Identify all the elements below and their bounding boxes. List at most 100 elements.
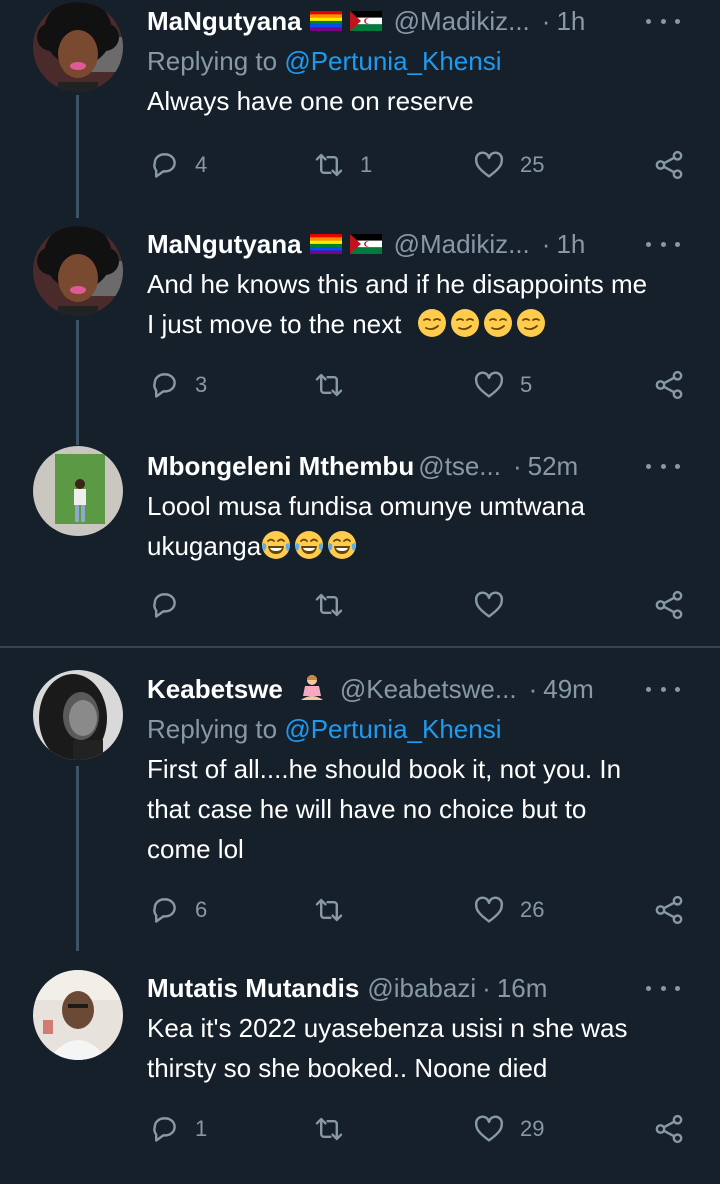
tweet-header: Keabetswe @Keabetswe... · 49m [147,669,690,709]
retweet-icon [312,368,346,402]
user-handle[interactable]: @Madikiz... [394,229,530,260]
tweet-text: First of all....he should book it, not y… [147,749,690,869]
user-handle[interactable]: @ibabazi [367,973,476,1004]
retweet-button[interactable]: 1 [312,145,372,185]
timestamp[interactable]: 16m [497,973,548,1004]
tweet-text-line-content: ukuganga [147,531,262,561]
reply-button[interactable] [147,585,195,625]
tweet-text-line-content: I just move to the next [147,309,402,339]
share-button[interactable] [652,145,686,185]
user-handle[interactable]: @Madikiz... [394,6,530,37]
rainbow-flag-icon [309,234,342,254]
retweet-button[interactable] [312,365,360,405]
like-button[interactable] [472,585,520,625]
share-button[interactable] [652,1109,686,1149]
display-name[interactable]: Keabetswe [147,674,283,705]
avatar[interactable] [33,226,123,316]
thread-line [76,766,79,951]
share-icon [652,588,686,622]
smirking-face-emoji [483,308,513,338]
smirking-face-emoji [450,308,480,338]
display-name[interactable]: Mbongeleni Mthembu [147,451,414,482]
heart-icon [472,148,506,182]
tears-of-joy-emoji [261,530,291,560]
replying-to-handle[interactable]: @Pertunia_Khensi [284,714,501,744]
avatar[interactable] [33,970,123,1060]
tweet-header: Mbongeleni Mthembu @tse... · 52m [147,446,690,486]
reply-count: 6 [195,897,208,922]
tweet-text: Loool musa fundisa omunye umtwana ukugan… [147,486,690,566]
tweet-text-line: Kea it's 2022 uyasebenza usisi n she was [147,1013,628,1043]
like-count: 29 [520,1116,545,1141]
sahrawi-flag-icon [349,234,382,254]
like-button[interactable]: 5 [472,365,532,405]
reply-bubble-icon [147,368,181,402]
thread-line [76,320,79,445]
reply-button[interactable]: 3 [147,365,207,405]
user-handle[interactable]: @tse... [418,451,501,482]
smirking-face-emoji [417,308,447,338]
timestamp[interactable]: 49m [543,674,594,705]
display-name[interactable]: Mutatis Mutandis [147,973,359,1004]
tweet-text-line: And he knows this and if he disappoints … [147,269,648,299]
share-icon [652,1112,686,1146]
like-count: 5 [520,372,533,397]
reply-bubble-icon [147,893,181,927]
divider [0,646,720,648]
reply-button[interactable]: 6 [147,890,207,930]
retweet-icon [312,893,346,927]
tweet-text-line: come lol [147,834,244,864]
timestamp[interactable]: 52m [528,451,579,482]
tweet-header: Mutatis Mutandis @ibabazi · 16m [147,968,690,1008]
share-button[interactable] [652,585,686,625]
separator: · [528,673,538,704]
avatar[interactable] [33,446,123,536]
tweet[interactable]: Mbongeleni Mthembu @tse... · 52m Loool m… [0,438,720,643]
heart-icon [472,1112,506,1146]
more-dots-icon[interactable] [646,452,680,480]
tweet[interactable]: MaNgutyana @Madikiz... · 1h Replying to … [0,0,720,218]
like-button[interactable]: 29 [472,1109,544,1149]
retweet-button[interactable] [312,585,360,625]
replying-to-handle[interactable]: @Pertunia_Khensi [284,46,501,76]
share-icon [652,148,686,182]
tweet-text: And he knows this and if he disappoints … [147,264,690,344]
person-in-lotus-position-emoji [297,674,323,704]
tweet[interactable]: Keabetswe @Keabetswe... · 49m Replying t… [0,664,720,951]
tweet-actions: 4 1 25 [147,145,697,185]
tears-of-joy-emoji [327,530,357,560]
more-dots-icon[interactable] [646,230,680,258]
avatar[interactable] [33,670,123,760]
heart-icon [472,893,506,927]
share-button[interactable] [652,365,686,405]
rainbow-flag-icon [309,11,342,31]
timestamp[interactable]: 1h [556,6,585,37]
more-dots-icon[interactable] [646,675,680,703]
display-name[interactable]: MaNgutyana [147,6,302,37]
like-button[interactable]: 26 [472,890,544,930]
tweet-text: Always have one on reserve [147,86,474,116]
retweet-icon [312,588,346,622]
reply-button[interactable]: 1 [147,1109,207,1149]
retweet-button[interactable] [312,1109,360,1149]
display-name[interactable]: MaNgutyana [147,229,302,260]
tweet-text-line: that case he will have no choice but to [147,794,587,824]
like-button[interactable]: 25 [472,145,544,185]
more-dots-icon[interactable] [646,7,680,35]
reply-button[interactable]: 4 [147,145,207,185]
tweet-actions: 1 29 [147,1109,697,1149]
like-count: 25 [520,152,545,177]
retweet-button[interactable] [312,890,360,930]
share-button[interactable] [652,890,686,930]
more-dots-icon[interactable] [646,974,680,1002]
timestamp[interactable]: 1h [556,229,585,260]
tweet-text-line: Loool musa fundisa omunye umtwana [147,491,585,521]
user-handle[interactable]: @Keabetswe... [340,674,517,705]
like-count: 26 [520,897,545,922]
tweet[interactable]: Mutatis Mutandis @ibabazi · 16m Kea it's… [0,966,720,1184]
separator: · [482,972,491,1003]
tweet-header: MaNgutyana @Madikiz... · 1h [147,224,690,264]
tweet[interactable]: MaNgutyana @Madikiz... · 1h And he knows… [0,222,720,445]
avatar[interactable] [33,2,123,92]
smirking-face-emoji [516,308,546,338]
